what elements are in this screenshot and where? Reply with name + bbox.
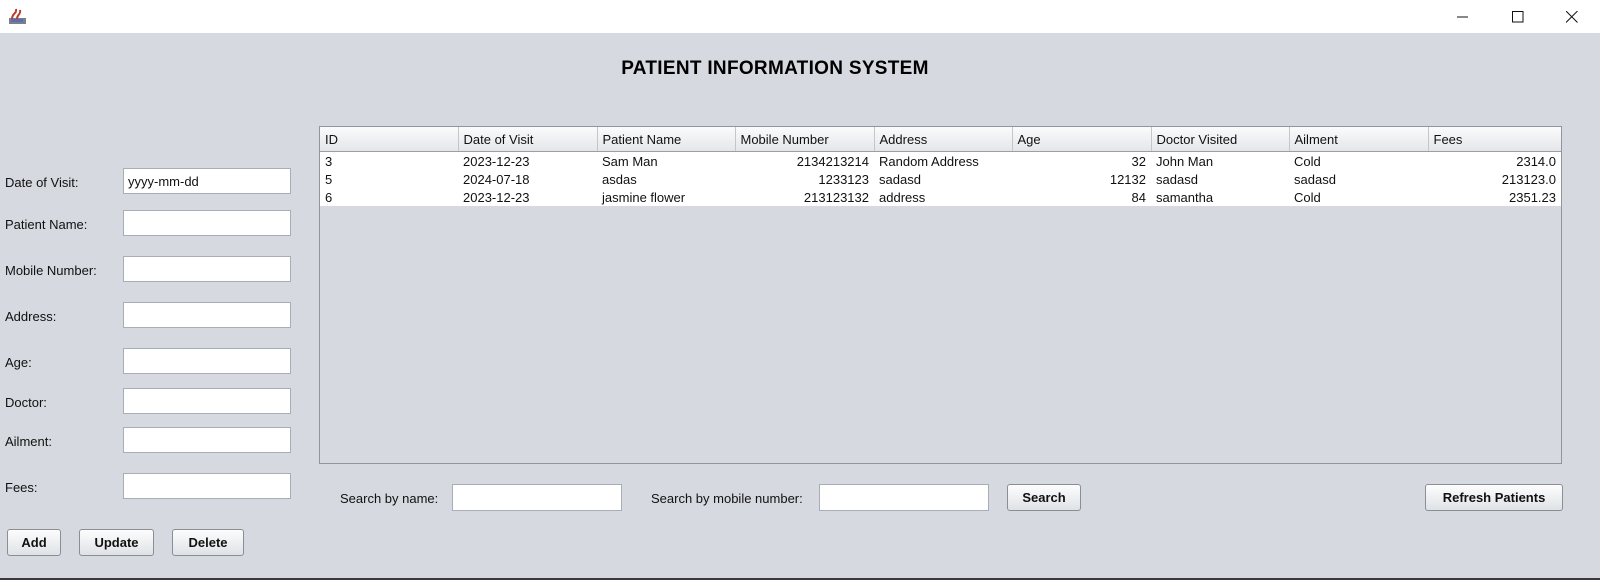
cell-doctor-visited[interactable]: sadasd xyxy=(1151,170,1289,188)
table-row[interactable]: 6 2023-12-23 jasmine flower 213123132 ad… xyxy=(320,188,1561,206)
cell-patient-name[interactable]: asdas xyxy=(597,170,735,188)
age-field[interactable] xyxy=(123,348,291,374)
update-button[interactable]: Update xyxy=(79,529,154,556)
search-by-name-input[interactable] xyxy=(452,484,622,511)
date-of-visit-label: Date of Visit: xyxy=(5,175,79,190)
cell-age[interactable]: 32 xyxy=(1012,151,1151,170)
fees-field[interactable] xyxy=(123,473,291,499)
table-row[interactable]: 5 2024-07-18 asdas 1233123 sadasd 12132 … xyxy=(320,170,1561,188)
column-header-doctor-visited[interactable]: Doctor Visited xyxy=(1151,127,1290,152)
mobile-number-label: Mobile Number: xyxy=(5,263,97,278)
mobile-number-field[interactable] xyxy=(123,256,291,282)
ailment-label: Ailment: xyxy=(5,434,52,449)
maximize-icon[interactable] xyxy=(1495,0,1541,33)
close-icon[interactable] xyxy=(1549,0,1595,33)
column-header-date-of-visit[interactable]: Date of Visit xyxy=(458,127,598,152)
doctor-label: Doctor: xyxy=(5,395,47,410)
address-label: Address: xyxy=(5,309,57,324)
cell-age[interactable]: 12132 xyxy=(1012,170,1151,188)
patients-table[interactable]: ID Date of Visit Patient Name Mobile Num… xyxy=(319,126,1562,464)
minimize-icon[interactable] xyxy=(1440,0,1486,33)
table-row[interactable]: 3 2023-12-23 Sam Man 2134213214 Random A… xyxy=(320,151,1561,170)
refresh-patients-button[interactable]: Refresh Patients xyxy=(1425,484,1563,511)
cell-doctor-visited[interactable]: John Man xyxy=(1151,151,1289,170)
search-by-mobile-label: Search by mobile number: xyxy=(651,491,803,506)
cell-patient-name[interactable]: jasmine flower xyxy=(597,188,735,206)
cell-patient-name[interactable]: Sam Man xyxy=(597,151,735,170)
cell-mobile-number[interactable]: 2134213214 xyxy=(735,151,874,170)
patient-name-field[interactable] xyxy=(123,210,291,236)
column-header-ailment[interactable]: Ailment xyxy=(1289,127,1429,152)
cell-doctor-visited[interactable]: samantha xyxy=(1151,188,1289,206)
column-header-age[interactable]: Age xyxy=(1012,127,1152,152)
cell-age[interactable]: 84 xyxy=(1012,188,1151,206)
cell-fees[interactable]: 213123.0 xyxy=(1428,170,1561,188)
table-header-row: ID Date of Visit Patient Name Mobile Num… xyxy=(320,127,1561,152)
cell-date-of-visit[interactable]: 2024-07-18 xyxy=(458,170,597,188)
cell-mobile-number[interactable]: 213123132 xyxy=(735,188,874,206)
java-icon xyxy=(8,7,28,25)
column-header-patient-name[interactable]: Patient Name xyxy=(597,127,736,152)
cell-fees[interactable]: 2314.0 xyxy=(1428,151,1561,170)
column-header-mobile-number[interactable]: Mobile Number xyxy=(735,127,875,152)
ailment-field[interactable] xyxy=(123,427,291,453)
cell-mobile-number[interactable]: 1233123 xyxy=(735,170,874,188)
address-field[interactable] xyxy=(123,302,291,328)
column-header-id[interactable]: ID xyxy=(320,127,459,152)
cell-id[interactable]: 3 xyxy=(320,151,458,170)
patient-name-label: Patient Name: xyxy=(5,217,88,232)
fees-label: Fees: xyxy=(5,480,38,495)
cell-date-of-visit[interactable]: 2023-12-23 xyxy=(458,151,597,170)
page-title: PATIENT INFORMATION SYSTEM xyxy=(621,58,929,79)
window-titlebar xyxy=(0,0,1600,33)
cell-id[interactable]: 6 xyxy=(320,188,458,206)
column-header-address[interactable]: Address xyxy=(874,127,1013,152)
cell-fees[interactable]: 2351.23 xyxy=(1428,188,1561,206)
cell-address[interactable]: address xyxy=(874,188,1012,206)
cell-ailment[interactable]: Cold xyxy=(1289,188,1428,206)
age-label: Age: xyxy=(5,355,32,370)
cell-ailment[interactable]: sadasd xyxy=(1289,170,1428,188)
cell-date-of-visit[interactable]: 2023-12-23 xyxy=(458,188,597,206)
search-by-mobile-input[interactable] xyxy=(819,484,989,511)
cell-id[interactable]: 5 xyxy=(320,170,458,188)
delete-button[interactable]: Delete xyxy=(172,529,244,556)
cell-ailment[interactable]: Cold xyxy=(1289,151,1428,170)
column-header-fees[interactable]: Fees xyxy=(1428,127,1561,152)
cell-address[interactable]: sadasd xyxy=(874,170,1012,188)
date-of-visit-field[interactable] xyxy=(123,168,291,194)
cell-address[interactable]: Random Address xyxy=(874,151,1012,170)
search-button[interactable]: Search xyxy=(1007,484,1081,511)
add-button[interactable]: Add xyxy=(7,529,61,556)
doctor-field[interactable] xyxy=(123,388,291,414)
search-by-name-label: Search by name: xyxy=(340,491,439,506)
